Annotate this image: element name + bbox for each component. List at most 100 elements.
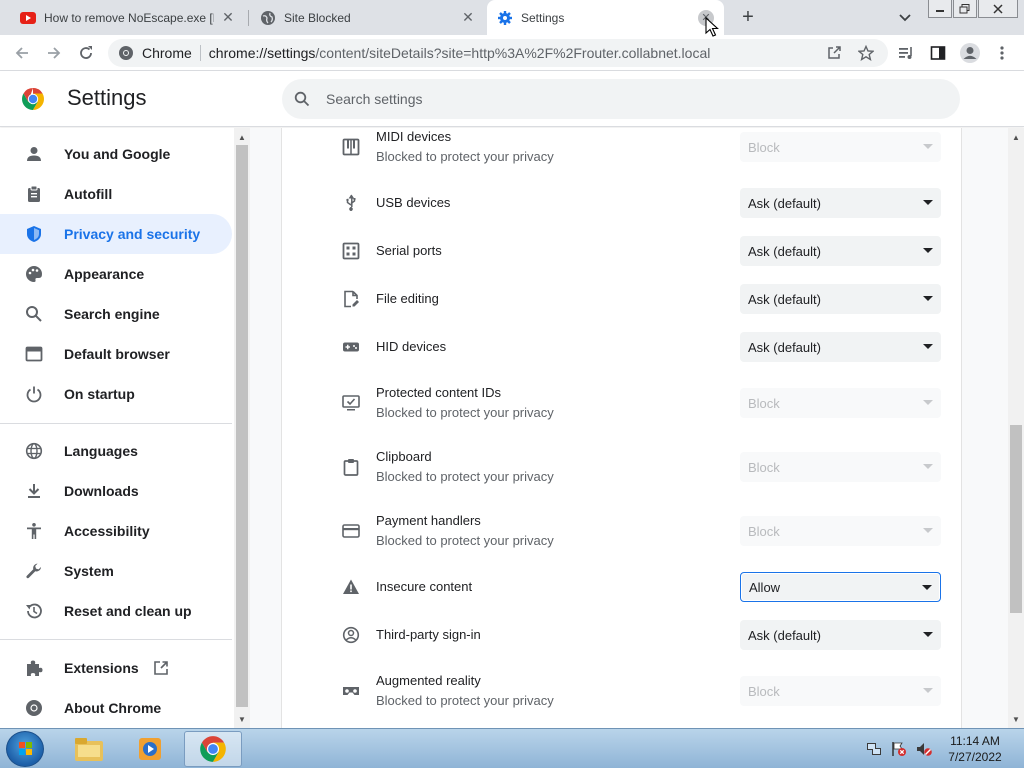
settings-header: Settings [0, 71, 1024, 127]
tab-settings[interactable]: Settings ✕ [487, 0, 724, 35]
tab-noescape[interactable]: How to remove NoEscape.exe [D ✕ [10, 0, 246, 35]
gear-icon [497, 10, 513, 26]
sidebar-item-you-and-google[interactable]: You and Google [0, 134, 232, 174]
scroll-down-arrow-icon[interactable]: ▼ [234, 712, 250, 726]
dropdown-arrow-icon [923, 144, 933, 149]
reload-icon[interactable] [74, 41, 98, 65]
permission-select-file-editing[interactable]: Ask (default) [740, 284, 941, 314]
permission-label: Serial ports [376, 243, 442, 258]
history-icon [24, 601, 44, 621]
address-bar[interactable]: Chrome chrome://settings/content/siteDet… [108, 39, 888, 67]
mouse-pointer-icon [705, 16, 719, 37]
select-value: Ask (default) [748, 195, 821, 211]
start-button[interactable] [6, 731, 44, 767]
tab-site-blocked[interactable]: Site Blocked ✕ [250, 0, 486, 35]
permission-select-payment-handlers[interactable]: Block [740, 516, 941, 546]
tab-title: Site Blocked [284, 10, 351, 25]
sidebar-item-appearance[interactable]: Appearance [0, 254, 232, 294]
network-icon[interactable] [866, 741, 882, 757]
globe-icon [24, 441, 44, 461]
media-control-icon[interactable] [894, 41, 918, 65]
star-icon[interactable] [854, 41, 878, 65]
sidebar-item-label: You and Google [64, 146, 171, 162]
browser-icon [24, 344, 44, 364]
share-icon[interactable] [822, 41, 846, 65]
scroll-up-arrow-icon[interactable]: ▲ [1008, 130, 1024, 144]
accessibility-icon [24, 521, 44, 541]
search-icon [24, 304, 44, 324]
clipboard-icon [24, 184, 44, 204]
dropdown-arrow-icon [923, 400, 933, 405]
media-player-icon[interactable] [121, 731, 179, 767]
profile-avatar-icon[interactable] [958, 41, 982, 65]
file-explorer-icon[interactable] [60, 731, 118, 767]
volume-muted-icon[interactable] [916, 741, 932, 757]
dropdown-arrow-icon [923, 200, 933, 205]
chevron-down-icon[interactable] [895, 8, 915, 28]
sidebar-item-autofill[interactable]: Autofill [0, 174, 232, 214]
close-icon[interactable]: ✕ [220, 9, 236, 26]
power-icon [24, 384, 44, 404]
sidebar-item-reset-and-clean-up[interactable]: Reset and clean up [0, 591, 232, 631]
omnibox-divider [199, 45, 201, 61]
scroll-down-arrow-icon[interactable]: ▼ [1008, 712, 1024, 726]
system-clock[interactable]: 11:14 AM 7/27/2022 [940, 733, 1010, 765]
permission-sublabel: Blocked to protect your privacy [376, 693, 554, 708]
sidebar-item-label: Privacy and security [64, 226, 201, 242]
chrome-logo-icon [21, 87, 45, 111]
sidebar-item-accessibility[interactable]: Accessibility [0, 511, 232, 551]
permission-select-hid[interactable]: Ask (default) [740, 332, 941, 362]
sidebar-divider [0, 423, 232, 424]
permission-select-augmented-reality[interactable]: Block [740, 676, 941, 706]
tab-title: How to remove NoEscape.exe [D [44, 10, 214, 25]
search-input[interactable] [326, 91, 926, 107]
person-icon [24, 144, 44, 164]
permission-select-usb[interactable]: Ask (default) [740, 188, 941, 218]
window-close-button[interactable] [978, 0, 1018, 18]
sidebar-item-label: Autofill [64, 186, 113, 202]
select-value: Ask (default) [748, 627, 821, 643]
page-title: Settings [67, 85, 147, 110]
select-value: Block [748, 523, 780, 539]
sidebar-item-system[interactable]: System [0, 551, 232, 591]
sidebar-item-default-browser[interactable]: Default browser [0, 334, 232, 374]
sidebar-scrollbar-thumb[interactable] [236, 145, 248, 707]
sidebar-item-on-startup[interactable]: On startup [0, 374, 232, 414]
clock-time: 11:14 AM [950, 734, 1000, 748]
select-value: Block [748, 139, 780, 155]
sidebar-divider [0, 639, 232, 640]
sidebar-item-privacy-and-security[interactable]: Privacy and security [0, 214, 232, 254]
new-tab-button[interactable]: + [737, 6, 759, 28]
permission-select-third-party-sign-in[interactable]: Ask (default) [740, 620, 941, 650]
url-text[interactable]: chrome://settings/content/siteDetails?si… [209, 45, 711, 61]
sidebar-item-downloads[interactable]: Downloads [0, 471, 232, 511]
dropdown-arrow-icon [923, 248, 933, 253]
sidebar-item-label: Downloads [64, 483, 139, 499]
permission-select-serial[interactable]: Ask (default) [740, 236, 941, 266]
permission-select-midi[interactable]: Block [740, 132, 941, 162]
sidebar-item-label: System [64, 563, 114, 579]
action-center-flag-icon[interactable] [891, 741, 907, 757]
close-icon[interactable]: ✕ [460, 9, 476, 26]
sidebar-item-label: About Chrome [64, 700, 162, 716]
side-panel-icon[interactable] [926, 41, 950, 65]
sidebar-item-about-chrome[interactable]: About Chrome [0, 688, 232, 728]
sidebar-item-search-engine[interactable]: Search engine [0, 294, 232, 334]
permission-select-insecure-content[interactable]: Allow [740, 572, 941, 602]
sidebar-item-label: Reset and clean up [64, 603, 192, 619]
sidebar-item-extensions[interactable]: Extensions [0, 648, 232, 688]
sidebar-item-languages[interactable]: Languages [0, 431, 232, 471]
permission-select-protected-content[interactable]: Block [740, 388, 941, 418]
kebab-menu-icon[interactable] [990, 41, 1014, 65]
settings-search[interactable] [282, 79, 960, 119]
main-scrollbar-thumb[interactable] [1010, 425, 1022, 613]
back-arrow-icon[interactable] [10, 41, 34, 65]
minimize-button[interactable] [928, 0, 952, 18]
select-value: Allow [749, 579, 781, 595]
maximize-button[interactable] [953, 0, 977, 18]
forward-arrow-icon[interactable] [42, 41, 66, 65]
chrome-taskbar-icon[interactable] [184, 731, 242, 767]
permission-select-clipboard[interactable]: Block [740, 452, 941, 482]
scroll-up-arrow-icon[interactable]: ▲ [234, 130, 250, 144]
permission-label: Protected content IDs [376, 385, 502, 400]
